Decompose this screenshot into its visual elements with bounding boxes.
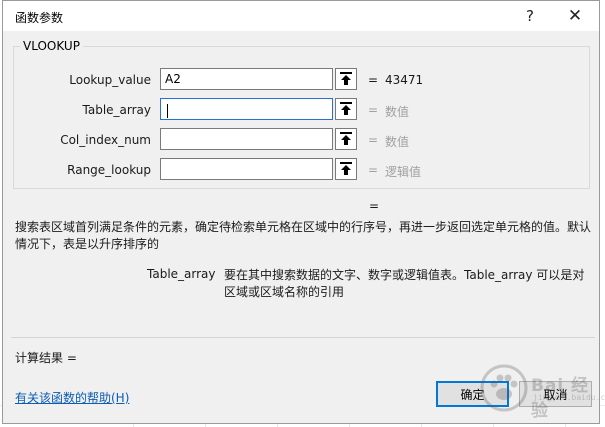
collapse-dialog-icon xyxy=(340,102,352,115)
function-help-link[interactable]: 有关该函数的帮助(H) xyxy=(15,389,129,406)
collapse-dialog-icon xyxy=(340,72,352,85)
arg-result-lookup-value: 43471 xyxy=(385,73,424,87)
divider xyxy=(11,337,595,338)
arg-label-lookup-value: Lookup_value xyxy=(69,73,151,87)
arg-collapse-button-lookup-value[interactable] xyxy=(335,68,357,90)
arg-result-col-index-num: 数值 xyxy=(385,135,410,149)
arg-label-col-index-num: Col_index_num xyxy=(60,133,151,147)
collapse-dialog-icon xyxy=(340,132,352,145)
formula-result-eq: = xyxy=(369,199,380,213)
function-name: VLOOKUP xyxy=(20,39,83,53)
arg-input-table-array[interactable] xyxy=(160,98,333,120)
text-cursor xyxy=(167,104,168,118)
arg-label-range-lookup: Range_lookup xyxy=(67,163,151,177)
arg-collapse-button-table-array[interactable] xyxy=(335,98,357,120)
arg-help-text: 要在其中搜索数据的文字、数字或逻辑值表。Table_array 可以是对区域或区… xyxy=(224,268,585,299)
ok-button[interactable]: 确定 xyxy=(436,381,509,407)
dialog-title: 函数参数 xyxy=(15,11,64,25)
arg-input-col-index-num[interactable] xyxy=(160,128,333,150)
arg-eq-lookup-value: = xyxy=(368,73,379,87)
help-question-button[interactable]: ? xyxy=(519,6,541,26)
calculation-result: 计算结果 = xyxy=(15,351,77,365)
arg-collapse-button-range-lookup[interactable] xyxy=(335,158,357,180)
arg-collapse-button-col-index-num[interactable] xyxy=(335,128,357,150)
function-description: 搜索表区域首列满足条件的元素，确定待检索单元格在区域中的行序号，再进一步返回选定… xyxy=(15,220,592,251)
arg-eq-table-array: = xyxy=(368,103,379,117)
arg-eq-range-lookup: = xyxy=(368,163,379,177)
arg-input-range-lookup[interactable] xyxy=(160,158,333,180)
close-button[interactable]: ✕ xyxy=(564,6,586,26)
arg-input-lookup-value[interactable] xyxy=(160,68,333,90)
title-bar[interactable]: 函数参数 ? ✕ xyxy=(3,1,599,31)
arg-help-name: Table_array xyxy=(147,267,216,281)
arg-result-range-lookup: 逻辑值 xyxy=(385,165,422,179)
collapse-dialog-icon xyxy=(340,162,352,175)
arg-eq-col-index-num: = xyxy=(368,133,379,147)
arg-label-table-array: Table_array xyxy=(82,103,152,117)
function-arguments-dialog: 函数参数 ? ✕ VLOOKUP Lookup_value = 43471 Ta… xyxy=(2,0,605,424)
arg-result-table-array: 数值 xyxy=(385,105,410,119)
cancel-button[interactable]: 取消 xyxy=(519,381,592,407)
